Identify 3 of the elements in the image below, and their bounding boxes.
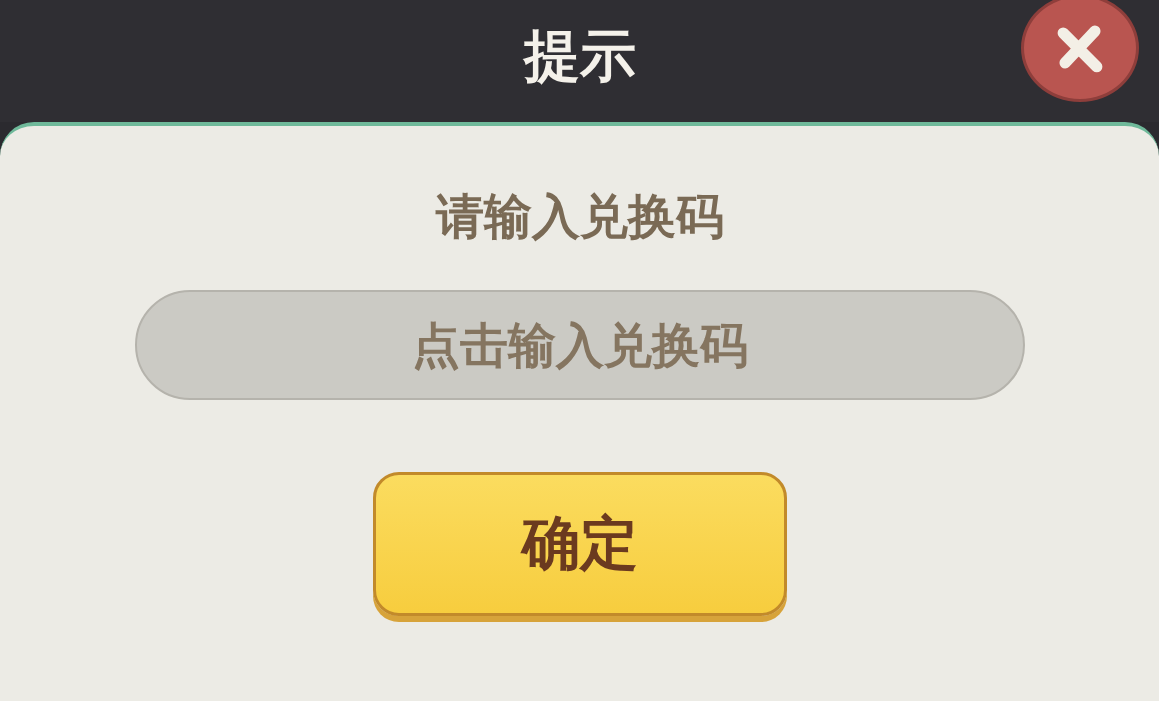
code-input-field[interactable]: 点击输入兑换码 (134, 289, 1025, 400)
dialog-title: 提示 (523, 22, 636, 90)
prompt-text: 请输入兑换码 (435, 188, 724, 246)
